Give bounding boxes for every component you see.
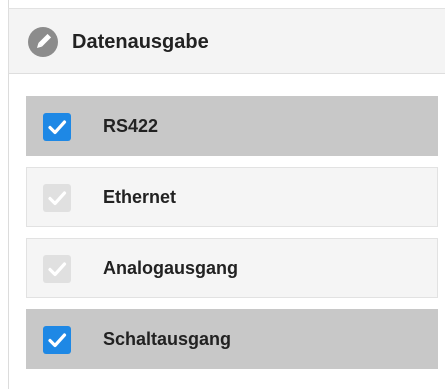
pencil-icon[interactable] [28, 27, 58, 57]
data-output-panel: Datenausgabe RS422 Ethernet Analogausgan… [0, 0, 445, 389]
option-row-ethernet[interactable]: Ethernet [26, 167, 438, 227]
checkbox-analogausgang[interactable] [43, 255, 71, 283]
panel-header: Datenausgabe [8, 8, 445, 74]
option-label-ethernet: Ethernet [103, 187, 177, 207]
checkmark-icon [48, 333, 67, 348]
checkmark-icon [48, 262, 67, 277]
option-label-rs422: RS422 [103, 116, 159, 136]
option-row-rs422[interactable]: RS422 [26, 96, 438, 156]
checkbox-schaltausgang[interactable] [43, 326, 71, 354]
checkmark-icon [48, 191, 67, 206]
panel-title: Datenausgabe [72, 31, 209, 53]
option-label-analogausgang: Analogausgang [103, 258, 239, 278]
option-row-analogausgang[interactable]: Analogausgang [26, 238, 438, 298]
option-row-schaltausgang[interactable]: Schaltausgang [26, 309, 438, 369]
checkbox-rs422[interactable] [43, 113, 71, 141]
checkbox-ethernet[interactable] [43, 184, 71, 212]
option-label-schaltausgang: Schaltausgang [103, 329, 232, 349]
checkmark-icon [48, 120, 67, 135]
